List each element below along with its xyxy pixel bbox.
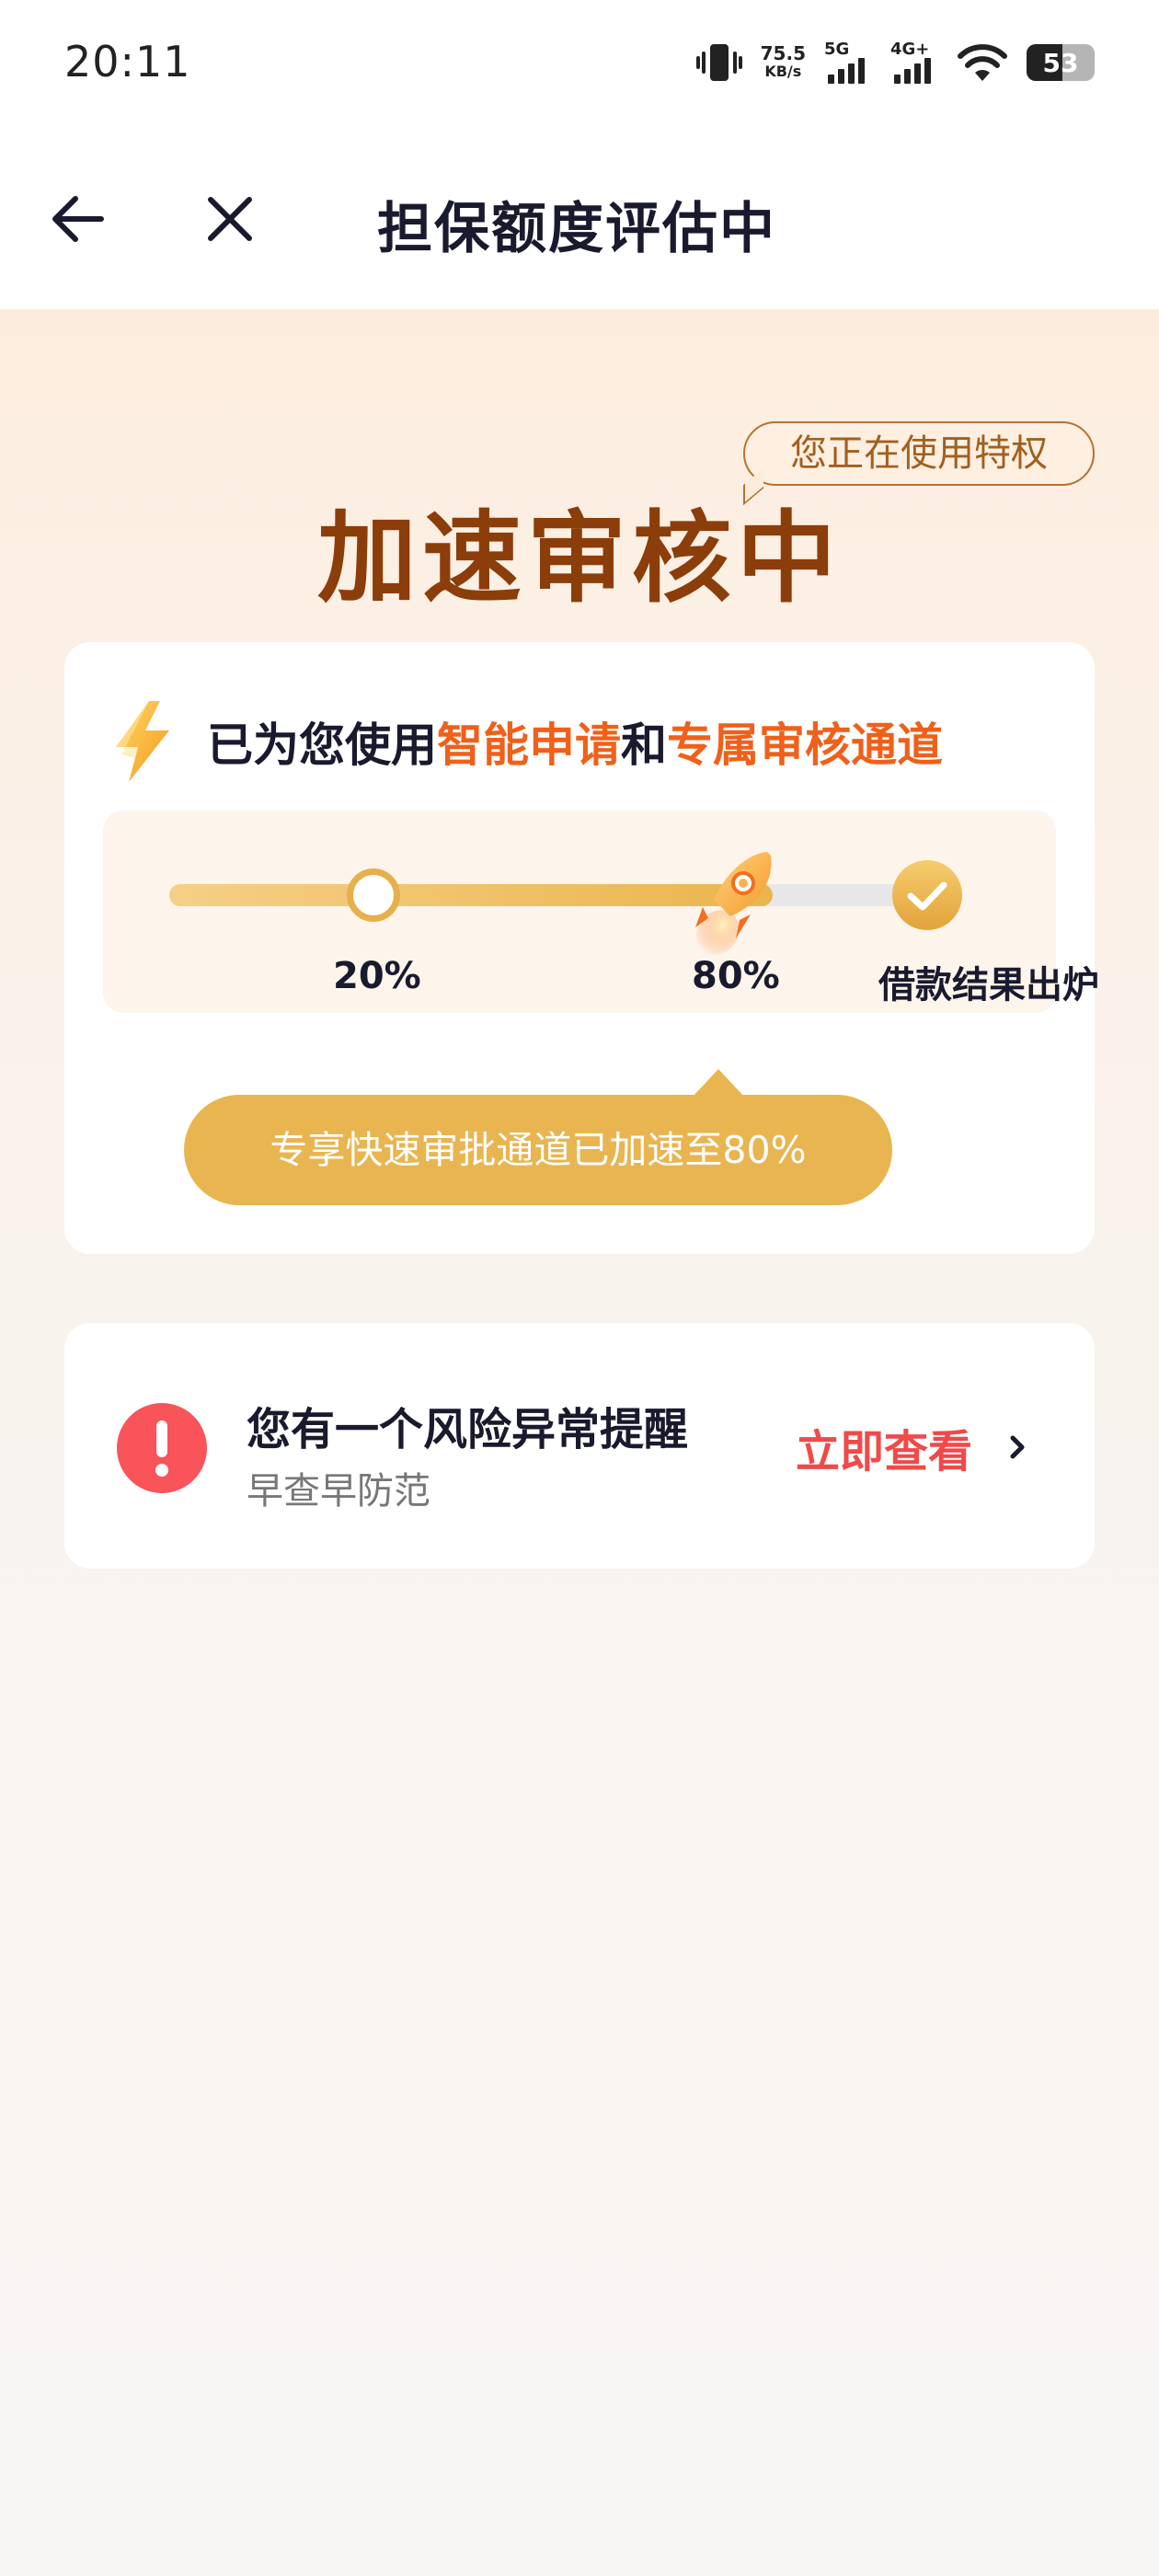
privilege-tag-label: 您正在使用特权 xyxy=(790,432,1048,475)
progress-label-20: 20% xyxy=(333,955,421,997)
battery-level: 53 xyxy=(1042,48,1079,78)
progress-label-80: 80% xyxy=(692,955,780,997)
headline-review-channel: 专属审核通道 xyxy=(667,719,943,772)
navbar: 担保额度评估中 xyxy=(0,129,1159,309)
speed-tip: 专享快速审批通道已加速至80% xyxy=(184,1069,892,1205)
net-speed-value: 75.5 xyxy=(760,42,806,64)
headline-mid: 和 xyxy=(621,719,667,772)
headline-smart-apply: 智能申请 xyxy=(437,719,621,772)
battery-icon: 53 xyxy=(1027,44,1095,81)
wifi-icon xyxy=(958,44,1007,81)
chevron-right-icon xyxy=(1010,1435,1025,1459)
vibrate-icon xyxy=(695,42,742,83)
signal-icon-2: 4G+ xyxy=(890,40,938,84)
privilege-tag: 您正在使用特权 xyxy=(743,421,1095,506)
view-now-label: 立即查看 xyxy=(796,1426,973,1478)
service-headline: 已为您使用智能申请和专属审核通道 xyxy=(207,708,943,775)
check-icon xyxy=(892,860,962,930)
speed-tip-label: 专享快速审批通道已加速至80% xyxy=(270,1128,807,1172)
hero-title: 加速审核中 xyxy=(316,501,842,616)
status-icons: 75.5 KB/s 5G 4G+ 53 xyxy=(695,35,1095,90)
sim2-label: 4G+ xyxy=(890,40,930,59)
sim1-label: 5G xyxy=(824,40,850,59)
signal-icon: 5G xyxy=(824,40,872,84)
headline-prefix: 已为您使用 xyxy=(207,719,437,772)
review-progress-card: 已为您使用智能申请和专属审核通道 20% 80% 借款结果出炉 专享快速审批通道… xyxy=(64,642,1099,1254)
rocket-icon xyxy=(695,852,772,956)
view-now-link[interactable]: 立即查看 xyxy=(796,1415,1031,1479)
status-time: 20:11 xyxy=(64,37,191,86)
progress-track xyxy=(169,884,924,906)
net-speed: 75.5 KB/s xyxy=(761,44,806,81)
progress-label-result: 借款结果出炉 xyxy=(878,964,1099,1006)
page-title: 担保额度评估中 xyxy=(377,197,776,261)
progress-panel: 20% 80% 借款结果出炉 xyxy=(103,811,1099,1013)
risk-subtitle: 早查早防范 xyxy=(247,1470,430,1512)
status-bar: 20:11 75.5 KB/s 5G 4G+ 53 xyxy=(0,0,1159,129)
close-icon[interactable] xyxy=(198,187,262,251)
alert-icon xyxy=(117,1403,207,1493)
risk-alert-card[interactable]: 您有一个风险异常提醒 早查早防范 立即查看 xyxy=(64,1323,1095,1569)
lightning-icon xyxy=(116,701,169,782)
back-arrow-icon[interactable] xyxy=(46,187,110,251)
net-speed-unit: KB/s xyxy=(764,63,802,80)
progress-node-20 xyxy=(347,868,400,922)
risk-title: 您有一个风险异常提醒 xyxy=(247,1404,689,1455)
